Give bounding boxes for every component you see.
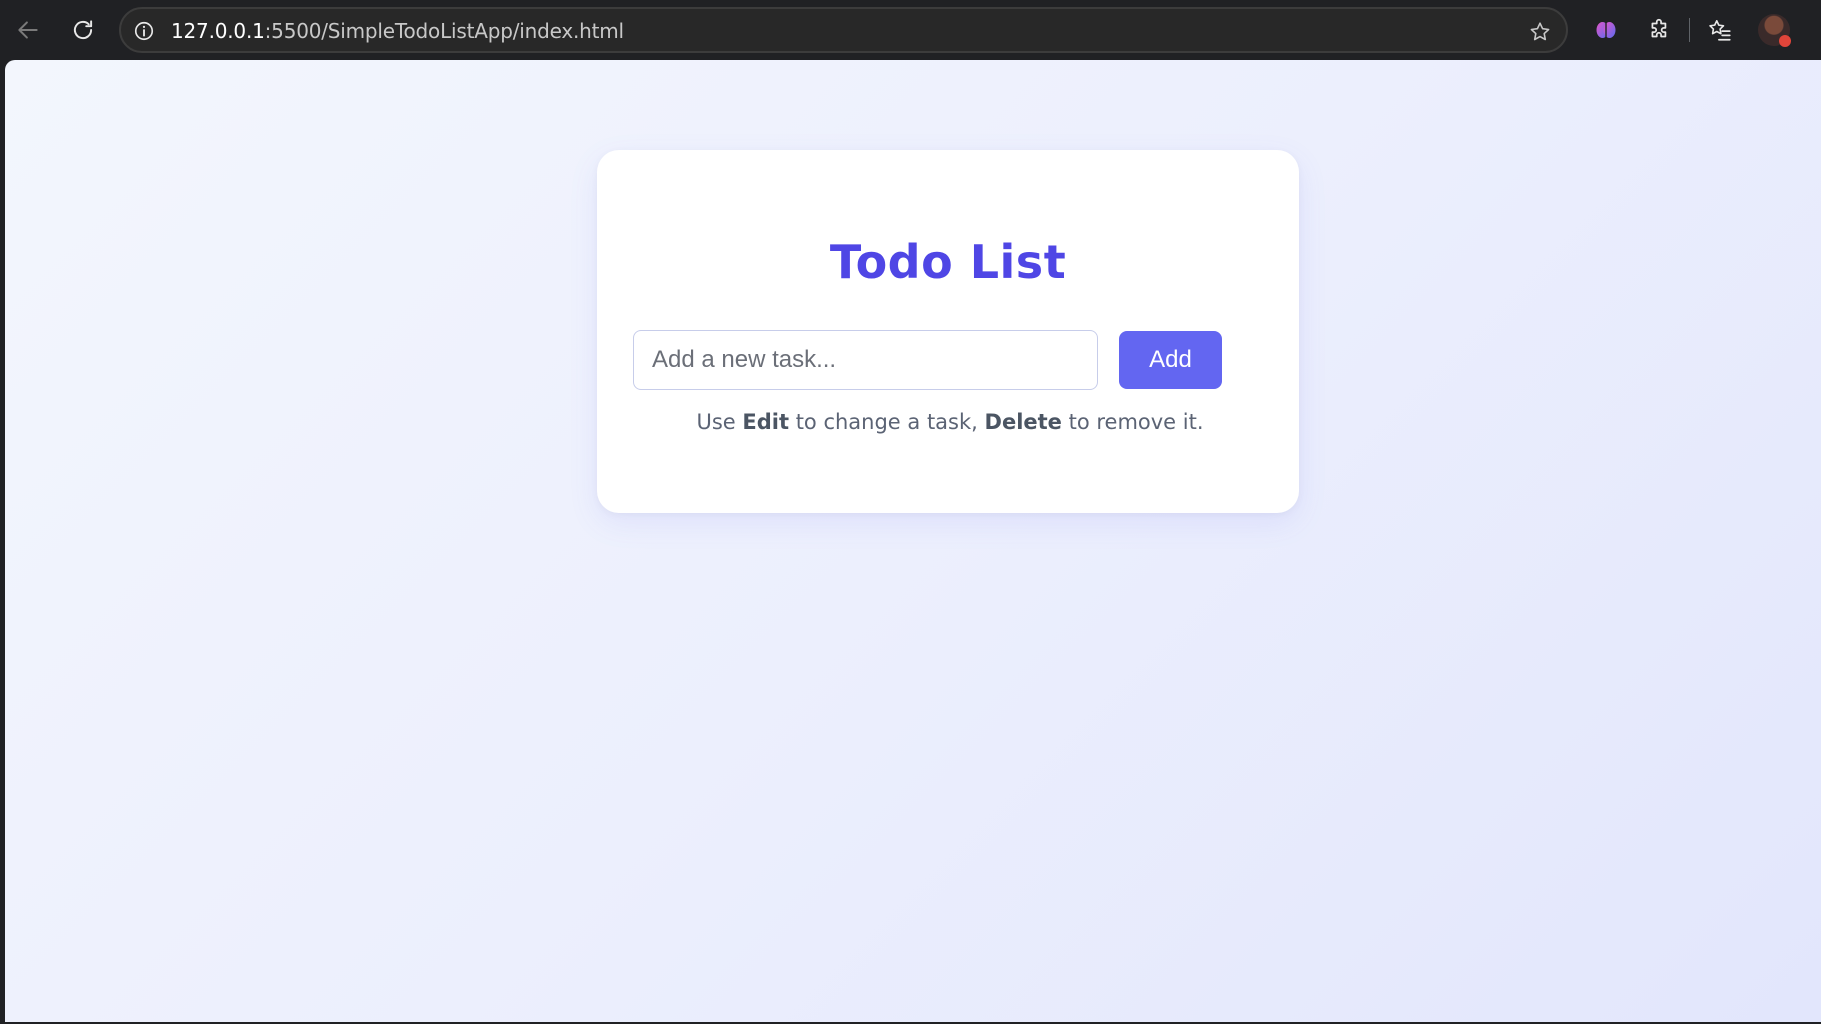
favorites-icon <box>1709 19 1731 41</box>
toolbar-divider <box>1689 18 1690 42</box>
site-info-button[interactable] <box>132 19 156 43</box>
browser-toolbar: 127.0.0.1:5500/SimpleTodoListApp/index.h… <box>0 0 1821 60</box>
back-button[interactable] <box>10 12 46 48</box>
page-title: Todo List <box>829 235 1067 289</box>
new-task-input[interactable] <box>633 330 1098 390</box>
todo-card: Todo List Add Use Edit to change a task,… <box>597 150 1299 513</box>
extension-button[interactable] <box>1588 12 1624 48</box>
favorites-button[interactable] <box>1702 12 1738 48</box>
url-text[interactable]: 127.0.0.1:5500/SimpleTodoListApp/index.h… <box>171 20 624 42</box>
reload-button[interactable] <box>65 12 101 48</box>
hint-edit: Edit <box>742 410 790 434</box>
add-task-button[interactable]: Add <box>1119 331 1222 389</box>
brain-icon <box>1596 22 1616 38</box>
url-path: :5500/SimpleTodoListApp/index.html <box>264 19 624 43</box>
address-bar[interactable]: 127.0.0.1:5500/SimpleTodoListApp/index.h… <box>119 7 1568 53</box>
bookmark-button[interactable] <box>1526 18 1554 46</box>
usage-hint: Use Edit to change a task, Delete to rem… <box>597 408 1299 436</box>
avatar <box>1758 14 1791 47</box>
url-host: 127.0.0.1 <box>171 19 265 43</box>
hint-delete: Delete <box>984 410 1062 434</box>
back-arrow-icon <box>18 21 38 39</box>
page-viewport: Todo List Add Use Edit to change a task,… <box>5 60 1821 1022</box>
hint-suffix: to remove it. <box>1061 410 1204 434</box>
hint-prefix: Use <box>696 410 743 434</box>
reload-icon <box>73 20 93 40</box>
extensions-button[interactable] <box>1642 12 1678 48</box>
hint-middle: to change a task, <box>789 410 985 434</box>
profile-button[interactable] <box>1756 12 1792 48</box>
puzzle-icon <box>1651 18 1667 38</box>
info-icon <box>134 21 154 41</box>
star-icon <box>1530 22 1550 41</box>
